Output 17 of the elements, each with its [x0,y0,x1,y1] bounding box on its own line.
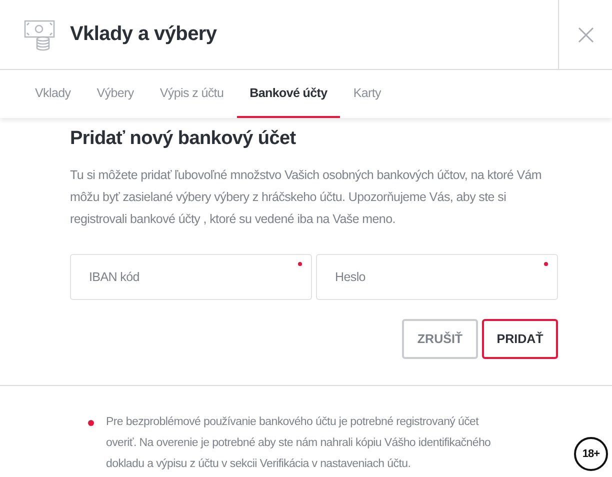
tab[interactable]: Výbery [84,70,147,118]
age-badge: 18+ [574,437,608,471]
window-title: Vklady a výbery [70,23,217,46]
tab[interactable]: Karty [340,70,394,118]
input-field[interactable]: IBAN kód [70,254,312,300]
input-field[interactable]: Heslo [316,254,558,300]
add-button[interactable]: PRIDAŤ [482,319,558,359]
description-text: Tu si môžete pridať ľubovoľné množstvo Vašich osobných bankových účtov, na ktoré Vám môžu byť zasielané výbery výbery z hráčskeho účtu. Upozorňujeme Vás, aby ste si registrovali bankové účty , ktoré su vedené iba na Vaše meno. [70,167,543,228]
notice-text: Pre bezproblémové používanie bankového účtu je potrebné registrovaný účet overiť. Na overenie je potrebné aby ste nám nahrali kópiu Vášho identifikačného dokladu a výpisu z účtu v sekcii Verifikácia v nastaveniach účtu. [106,415,492,472]
close-icon [578,26,594,42]
bullet-dot [88,420,94,426]
cancel-button[interactable]: ZRUŠIŤ [402,319,478,359]
tab[interactable]: Vklady [22,70,84,118]
tab[interactable]: Výpis z účtu [146,70,237,118]
section-heading: Pridať nový bankový účet [70,128,297,150]
tab[interactable]: Bankové účty [236,70,340,118]
money-icon [24,18,56,50]
